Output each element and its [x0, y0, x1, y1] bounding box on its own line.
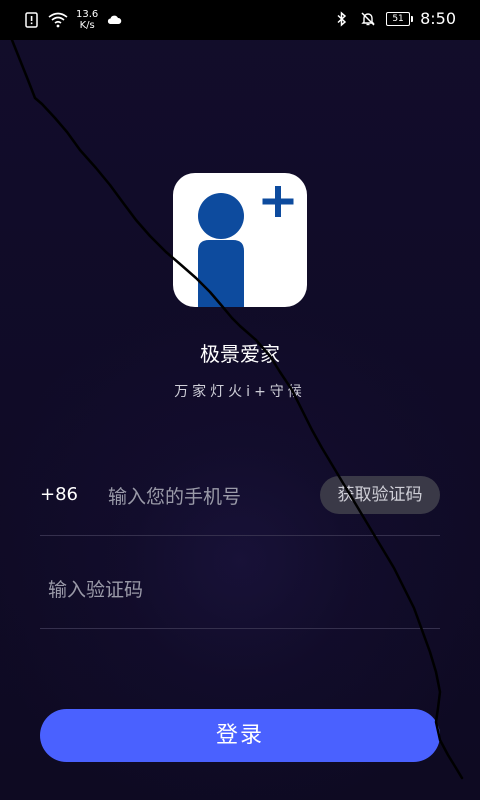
- mute-icon: [360, 11, 376, 27]
- phone-number-input[interactable]: [106, 476, 310, 518]
- get-verification-code-button[interactable]: 获取验证码: [320, 476, 440, 514]
- status-bar-left: 13.6 K/s: [24, 9, 122, 31]
- login-screen: 13.6 K/s 51 8:50 极景爱家 万家灯火i+守候 +86 输入您的手…: [0, 0, 480, 800]
- app-slogan: 万家灯火i+守候: [174, 384, 306, 400]
- network-speed-unit: K/s: [79, 20, 95, 31]
- app-name: 极景爱家: [200, 342, 280, 366]
- network-speed: 13.6 K/s: [76, 9, 98, 31]
- login-button[interactable]: 登录: [40, 709, 440, 762]
- battery-icon: 51: [386, 11, 414, 26]
- app-logo: [173, 173, 307, 307]
- bluetooth-icon: [334, 10, 350, 27]
- status-bar: 13.6 K/s 51 8:50: [0, 0, 480, 40]
- phone-divider: [40, 535, 440, 536]
- status-time: 8:50: [420, 9, 456, 28]
- alert-icon: [24, 12, 40, 28]
- network-speed-value: 13.6: [76, 9, 99, 20]
- code-divider: [40, 628, 440, 629]
- cloud-icon: [106, 12, 122, 28]
- status-bar-right: 51 8:50: [334, 9, 456, 28]
- verification-code-input[interactable]: [46, 569, 430, 611]
- wifi-icon: [48, 12, 68, 28]
- country-code-selector[interactable]: +86: [40, 484, 78, 505]
